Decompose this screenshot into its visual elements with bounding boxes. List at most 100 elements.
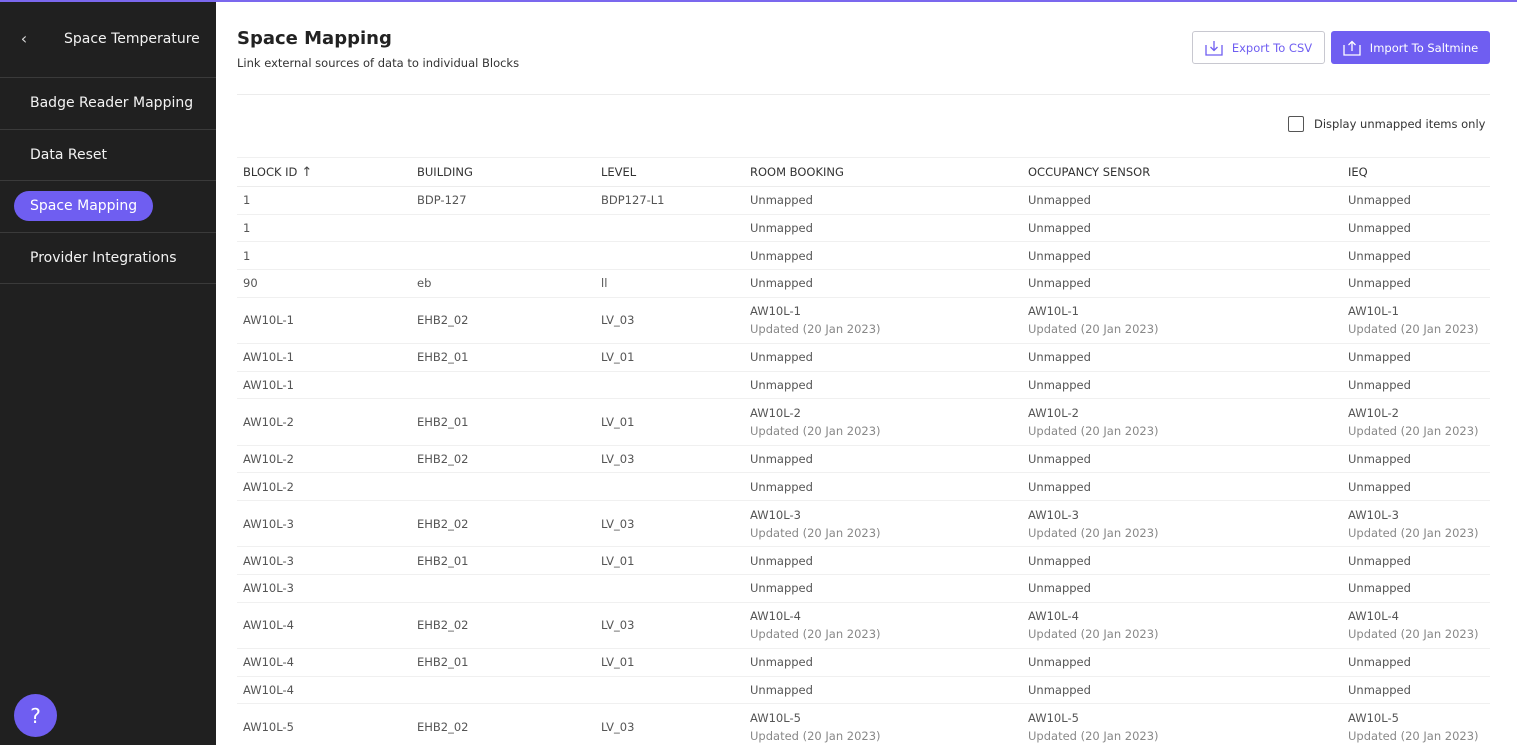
table-row[interactable]: 1 BDP-127 BDP127-L1 Unmapped Unmapped Unmappe… bbox=[237, 187, 1490, 215]
table-row[interactable]: AW10L-1 EHB2_01 LV_01 Unmapped Unmapped Unmap… bbox=[237, 344, 1490, 372]
cell-ieq: AW10L-5 Updated (20 Jan 2023) bbox=[1348, 711, 1490, 743]
export-csv-button[interactable]: Export To CSV bbox=[1192, 31, 1325, 64]
cell-room-booking: AW10L-2 Updated (20 Jan 2023) bbox=[750, 406, 1028, 438]
cell-room-booking-value: AW10L-4 bbox=[750, 609, 801, 624]
cell-occupancy-sensor-value: Unmapped bbox=[1028, 452, 1091, 467]
cell-room-booking-value: Unmapped bbox=[750, 378, 813, 393]
table-row[interactable]: 1 Unmapped Unmapped Unmapped bbox=[237, 215, 1490, 243]
table-row[interactable]: 1 Unmapped Unmapped Unmapped bbox=[237, 242, 1490, 271]
unmapped-filter[interactable]: Display unmapped items only bbox=[1288, 116, 1485, 132]
cell-block-id-value: AW10L-4 bbox=[243, 618, 294, 633]
cell-ieq-value: Unmapped bbox=[1348, 350, 1411, 365]
cell-level-value: ll bbox=[601, 276, 608, 291]
cell-room-booking: AW10L-4 Updated (20 Jan 2023) bbox=[750, 609, 1028, 641]
cell-block-id: AW10L-2 bbox=[237, 452, 417, 466]
sidebar-item-provider-integrations[interactable]: Provider Integrations bbox=[0, 233, 216, 284]
cell-building-value: EHB2_02 bbox=[417, 452, 469, 467]
cell-occupancy-sensor-value: Unmapped bbox=[1028, 248, 1091, 263]
sort-ascending-icon[interactable]: ↑ bbox=[301, 165, 312, 180]
table-row[interactable]: AW10L-4 Unmapped Unmapped Unmapped bbox=[237, 677, 1490, 705]
cell-ieq: AW10L-2 Updated (20 Jan 2023) bbox=[1348, 406, 1490, 438]
cell-block-id: AW10L-4 bbox=[237, 683, 417, 697]
upload-icon bbox=[1343, 40, 1361, 56]
cell-room-booking: Unmapped bbox=[750, 193, 1028, 207]
column-header-room-booking: ROOM BOOKING bbox=[750, 165, 844, 179]
import-saltmine-button[interactable]: Import To Saltmine bbox=[1331, 31, 1490, 64]
sidebar-item-data-reset[interactable]: Data Reset bbox=[0, 130, 216, 181]
help-button[interactable]: ? bbox=[14, 694, 57, 737]
cell-block-id-value: 90 bbox=[243, 276, 258, 291]
table-row[interactable]: AW10L-1 EHB2_02 LV_03 AW10L-1 Updated (20 Ja… bbox=[237, 298, 1490, 345]
cell-level: LV_03 bbox=[601, 618, 750, 632]
cell-ieq-updated: Updated (20 Jan 2023) bbox=[1348, 525, 1479, 540]
cell-room-booking-updated: Updated (20 Jan 2023) bbox=[750, 627, 881, 642]
sidebar-item-space-mapping[interactable]: Space Mapping bbox=[0, 181, 216, 233]
unmapped-only-checkbox[interactable] bbox=[1288, 116, 1304, 132]
cell-block-id: AW10L-3 bbox=[237, 517, 417, 531]
cell-block-id-value: AW10L-2 bbox=[243, 479, 294, 494]
cell-block-id-value: AW10L-2 bbox=[243, 415, 294, 430]
cell-level: LV_01 bbox=[601, 655, 750, 669]
cell-block-id-value: AW10L-1 bbox=[243, 313, 294, 328]
cell-room-booking-value: Unmapped bbox=[750, 350, 813, 365]
sidebar-item-label: Space Mapping bbox=[14, 191, 154, 222]
cell-room-booking-updated: Updated (20 Jan 2023) bbox=[750, 322, 881, 337]
sidebar-item-label: Provider Integrations bbox=[30, 249, 177, 266]
cell-occupancy-sensor-value: Unmapped bbox=[1028, 553, 1091, 568]
export-csv-label: Export To CSV bbox=[1231, 40, 1313, 55]
cell-level-value: LV_03 bbox=[601, 618, 635, 633]
table-row[interactable]: AW10L-5 EHB2_02 LV_03 AW10L-5 Updated (20 Ja… bbox=[237, 704, 1490, 745]
cell-room-booking-value: Unmapped bbox=[750, 479, 813, 494]
cell-block-id-value: AW10L-3 bbox=[243, 553, 294, 568]
cell-room-booking: AW10L-5 Updated (20 Jan 2023) bbox=[750, 711, 1028, 743]
cell-ieq: Unmapped bbox=[1348, 276, 1490, 290]
cell-block-id: AW10L-1 bbox=[237, 313, 417, 327]
chevron-left-icon[interactable]: ‹ bbox=[0, 29, 48, 48]
cell-level: LV_03 bbox=[601, 313, 750, 327]
cell-ieq: AW10L-3 Updated (20 Jan 2023) bbox=[1348, 508, 1490, 540]
cell-block-id: AW10L-1 bbox=[237, 350, 417, 364]
table-row[interactable]: AW10L-1 Unmapped Unmapped Unmapped bbox=[237, 372, 1490, 400]
cell-room-booking: AW10L-1 Updated (20 Jan 2023) bbox=[750, 304, 1028, 336]
cell-occupancy-sensor: AW10L-3 Updated (20 Jan 2023) bbox=[1028, 508, 1348, 540]
cell-occupancy-sensor: Unmapped bbox=[1028, 276, 1348, 290]
table-row[interactable]: AW10L-3 Unmapped Unmapped Unmapped bbox=[237, 575, 1490, 603]
column-header-block-id[interactable]: BLOCK ID ↑ bbox=[237, 165, 417, 180]
cell-block-id: 1 bbox=[237, 221, 417, 235]
table-row[interactable]: AW10L-4 EHB2_01 LV_01 Unmapped Unmapped Unmap… bbox=[237, 649, 1490, 677]
cell-level-value: LV_01 bbox=[601, 553, 635, 568]
cell-occupancy-sensor-updated: Updated (20 Jan 2023) bbox=[1028, 729, 1159, 744]
cell-room-booking-value: Unmapped bbox=[750, 683, 813, 698]
cell-level: LV_03 bbox=[601, 517, 750, 531]
cell-occupancy-sensor-value: Unmapped bbox=[1028, 655, 1091, 670]
table-row[interactable]: AW10L-4 EHB2_02 LV_03 AW10L-4 Updated (20 Ja… bbox=[237, 603, 1490, 650]
table-row[interactable]: 90 eb ll Unmapped Unmapped Unmapped bbox=[237, 270, 1490, 298]
table-row[interactable]: AW10L-2 EHB2_01 LV_01 AW10L-2 Updated (20 Ja… bbox=[237, 399, 1490, 446]
column-header-level: LEVEL bbox=[601, 165, 637, 179]
cell-occupancy-sensor-value: Unmapped bbox=[1028, 221, 1091, 236]
cell-room-booking-updated: Updated (20 Jan 2023) bbox=[750, 525, 881, 540]
table-row[interactable]: AW10L-3 EHB2_01 LV_01 Unmapped Unmapped Unmap… bbox=[237, 547, 1490, 576]
cell-occupancy-sensor: Unmapped bbox=[1028, 193, 1348, 207]
cell-building: EHB2_02 bbox=[417, 720, 601, 734]
cell-occupancy-sensor-value: Unmapped bbox=[1028, 378, 1091, 393]
cell-occupancy-sensor: Unmapped bbox=[1028, 480, 1348, 494]
cell-ieq-value: Unmapped bbox=[1348, 276, 1411, 291]
cell-ieq: AW10L-4 Updated (20 Jan 2023) bbox=[1348, 609, 1490, 641]
cell-level-value: LV_01 bbox=[601, 350, 635, 365]
sidebar-item-badge-reader-mapping[interactable]: Badge Reader Mapping bbox=[0, 78, 216, 130]
cell-block-id: AW10L-2 bbox=[237, 415, 417, 429]
table-row[interactable]: AW10L-3 EHB2_02 LV_03 AW10L-3 Updated (20 Ja… bbox=[237, 501, 1490, 548]
cell-ieq-value: Unmapped bbox=[1348, 479, 1411, 494]
cell-building: EHB2_02 bbox=[417, 618, 601, 632]
table-row[interactable]: AW10L-2 Unmapped Unmapped Unmapped bbox=[237, 473, 1490, 502]
cell-occupancy-sensor: Unmapped bbox=[1028, 655, 1348, 669]
cell-room-booking-value: Unmapped bbox=[750, 655, 813, 670]
cell-building-value: EHB2_01 bbox=[417, 350, 469, 365]
cell-occupancy-sensor-value: Unmapped bbox=[1028, 276, 1091, 291]
cell-room-booking: Unmapped bbox=[750, 378, 1028, 392]
cell-block-id: AW10L-3 bbox=[237, 581, 417, 595]
cell-level-value: LV_01 bbox=[601, 655, 635, 670]
cell-level: LV_03 bbox=[601, 720, 750, 734]
table-row[interactable]: AW10L-2 EHB2_02 LV_03 Unmapped Unmapped Unmap… bbox=[237, 446, 1490, 474]
